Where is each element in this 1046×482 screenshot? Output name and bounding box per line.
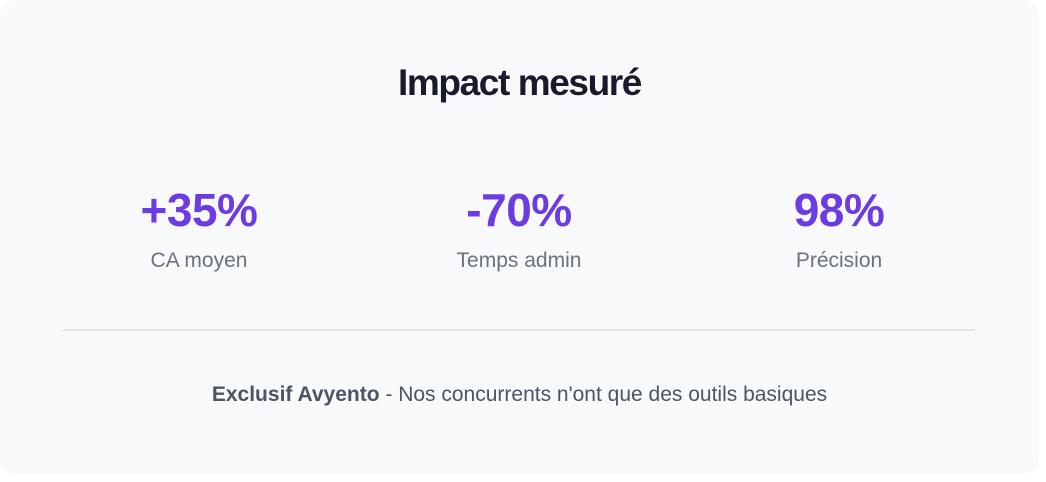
stat-revenue: +35% CA moyen [39, 182, 359, 273]
stat-label: Temps admin [456, 249, 582, 272]
footnote-text: - Nos concurrents n'ont que des outils b… [379, 383, 828, 406]
stat-label: Précision [795, 249, 883, 272]
divider [63, 329, 975, 331]
impact-card: Impact mesuré +35% CA moyen -70% Temps a… [0, 0, 1039, 474]
stat-value: -70% [466, 184, 572, 236]
stat-precision: 98% Précision [679, 182, 999, 273]
footnote-highlight: Exclusif Avyento [211, 383, 380, 406]
stat-value: +35% [140, 184, 258, 236]
stat-label: CA moyen [150, 249, 248, 272]
section-title: Impact mesuré [398, 62, 642, 103]
stats-row: +35% CA moyen -70% Temps admin 98% Préci… [0, 182, 1039, 282]
stat-value: 98% [793, 184, 885, 236]
stat-admin-time: -70% Temps admin [359, 182, 679, 273]
footnote: Exclusif Avyento - Nos concurrents n'ont… [0, 382, 1039, 408]
